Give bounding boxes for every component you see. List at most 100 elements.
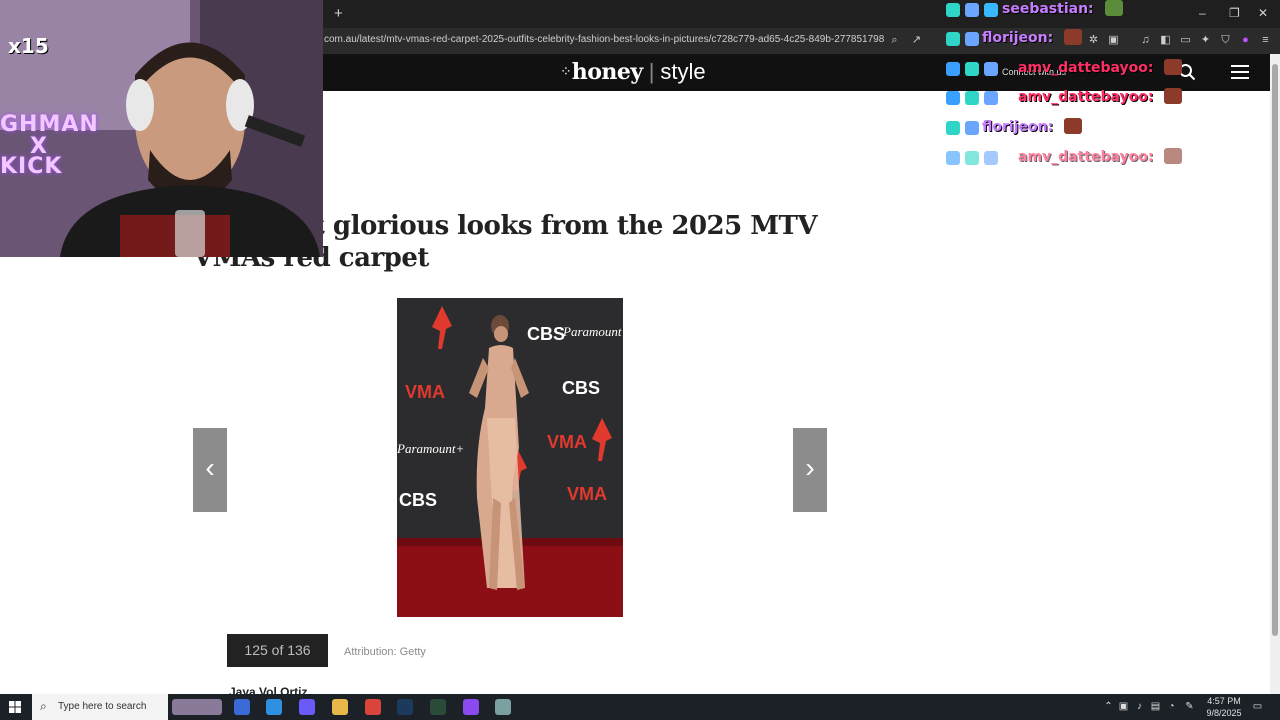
badge-icon: [965, 91, 979, 105]
badge-icon: [946, 3, 960, 17]
clock-date: 9/8/2025: [1206, 708, 1242, 718]
brave-browser-icon[interactable]: [365, 699, 381, 715]
chat-username[interactable]: florijeon:: [982, 119, 1053, 135]
new-tab-button[interactable]: +: [334, 5, 343, 22]
hamburger-menu-icon[interactable]: [1231, 65, 1249, 79]
chat-message: amv_dattebayoo:: [946, 88, 1183, 108]
logo-dots-icon: ⁘: [560, 63, 572, 79]
svg-text:CBS: CBS: [399, 490, 437, 510]
chat-message: amv_dattebayoo:: [946, 59, 1183, 79]
close-window-button[interactable]: ✕: [1258, 6, 1268, 20]
emote-icon: [1064, 118, 1083, 134]
url-text[interactable]: com.au/latest/mtv-vmas-red-carpet-2025-o…: [324, 34, 884, 45]
svg-text:Paramount+: Paramount+: [397, 441, 464, 456]
badge-icon: [965, 3, 979, 17]
badge-icon: [946, 91, 960, 105]
copilot-icon[interactable]: [266, 699, 282, 715]
chat-message: florijeon:: [946, 118, 1083, 138]
webcam-badge: x15: [8, 34, 49, 58]
red-carpet-photo: CBS Paramount CBS VMA VMA Paramount+ CBS…: [397, 298, 623, 617]
profile-icon[interactable]: ●: [1239, 34, 1252, 47]
badge-icon: [965, 62, 979, 76]
search-highlight-icon[interactable]: [172, 699, 222, 715]
steam-icon[interactable]: [397, 699, 413, 715]
emote-icon: [1164, 148, 1183, 164]
chat-username[interactable]: amv_dattebayoo:: [1018, 60, 1154, 76]
emote-icon: [1104, 0, 1123, 16]
banner-line-1: GHMAN: [0, 112, 99, 137]
app-icon[interactable]: [495, 699, 511, 715]
tray-app-icon[interactable]: ▣: [1118, 701, 1129, 712]
discord-icon[interactable]: [463, 699, 479, 715]
network-icon[interactable]: ▤: [1150, 701, 1161, 712]
badge-icon: [946, 121, 960, 135]
svg-text:VMA: VMA: [567, 484, 607, 504]
windows-taskbar: ⌕ Type here to search ⌃ ▣ ♪ ▤ ◔ ✎ 4:57 P…: [0, 694, 1280, 720]
page-scrollbar[interactable]: [1270, 54, 1280, 694]
gallery-photo: CBS Paramount CBS VMA VMA Paramount+ CBS…: [397, 298, 623, 617]
chat-message: amv_dattebayoo:: [946, 148, 1183, 168]
tray-chevron-icon[interactable]: ⌃: [1103, 701, 1114, 712]
zoom-icon[interactable]: ⌕: [888, 34, 901, 47]
search-icon: ⌕: [40, 699, 47, 713]
badge-icon: [946, 62, 960, 76]
gallery-counter: 125 of 136: [227, 634, 328, 667]
gallery-prev-button[interactable]: ‹: [193, 428, 227, 512]
file-explorer-icon[interactable]: [332, 699, 348, 715]
windows-start-icon[interactable]: [9, 701, 21, 713]
volume-icon[interactable]: ♪: [1134, 701, 1145, 712]
badge-icon: [965, 151, 979, 165]
taskbar-search-box[interactable]: ⌕ Type here to search: [32, 694, 168, 720]
gallery-next-button[interactable]: ›: [793, 428, 827, 512]
logo-divider: |: [648, 59, 655, 84]
site-logo[interactable]: ⁘honey | style: [560, 59, 706, 85]
pen-icon[interactable]: ✎: [1184, 701, 1195, 712]
tab-icon[interactable]: ▣: [1107, 34, 1120, 47]
logo-brand: honey: [571, 59, 643, 85]
badge-icon: [965, 32, 979, 46]
svg-text:CBS: CBS: [562, 378, 600, 398]
svg-text:VMA: VMA: [547, 432, 587, 452]
notifications-icon[interactable]: ▭: [1252, 701, 1263, 712]
terminal-icon[interactable]: [430, 699, 446, 715]
screen: + – ❐ ✕ com.au/latest/mtv-vmas-red-carpe…: [0, 0, 1280, 720]
badge-icon: [946, 151, 960, 165]
svg-text:Paramount: Paramount: [562, 324, 622, 339]
badge-icon: [965, 121, 979, 135]
edge-icon[interactable]: [299, 699, 315, 715]
ai-icon[interactable]: ✦: [1199, 34, 1212, 47]
shield-icon[interactable]: ⛉: [1219, 34, 1232, 47]
taskbar-clock[interactable]: 4:57 PM 9/8/2025: [1204, 695, 1244, 719]
restore-button[interactable]: ❐: [1229, 6, 1240, 20]
banner-line-3: KICK: [0, 154, 63, 179]
task-view-icon[interactable]: [234, 699, 250, 715]
share-icon[interactable]: ↗: [910, 34, 923, 47]
sidebar-icon[interactable]: ◧: [1159, 34, 1172, 47]
minimize-button[interactable]: –: [1199, 6, 1206, 20]
media-icon[interactable]: ♫: [1139, 34, 1152, 47]
chat-username[interactable]: florijeon:: [982, 30, 1053, 46]
chat-message: florijeon:: [946, 29, 1083, 49]
wallet-icon[interactable]: ▭: [1179, 34, 1192, 47]
emote-icon: [1164, 88, 1183, 104]
chat-username[interactable]: amv_dattebayoo:: [1018, 149, 1154, 165]
streamer-webcam: x15 GHMAN X KICK: [0, 0, 323, 257]
badge-icon: [984, 62, 998, 76]
badge-icon: [984, 3, 998, 17]
chat-username[interactable]: amv_dattebayoo:: [1018, 89, 1154, 105]
speaker-icon[interactable]: ◔: [1166, 701, 1177, 712]
badge-icon: [946, 32, 960, 46]
clock-time: 4:57 PM: [1207, 696, 1241, 706]
emote-icon: [1164, 59, 1183, 75]
browser-menu-icon[interactable]: ≡: [1259, 34, 1272, 47]
scrollbar-thumb[interactable]: [1272, 64, 1278, 636]
svg-text:CBS: CBS: [527, 324, 565, 344]
logo-section: style: [660, 59, 706, 84]
svg-text:VMA: VMA: [405, 382, 445, 402]
extensions-icon[interactable]: ✲: [1087, 34, 1100, 47]
chat-message: seebastian:: [946, 0, 1123, 20]
chat-username[interactable]: seebastian:: [1002, 1, 1094, 17]
badge-icon: [984, 151, 998, 165]
badge-icon: [984, 91, 998, 105]
emote-icon: [1064, 29, 1083, 45]
